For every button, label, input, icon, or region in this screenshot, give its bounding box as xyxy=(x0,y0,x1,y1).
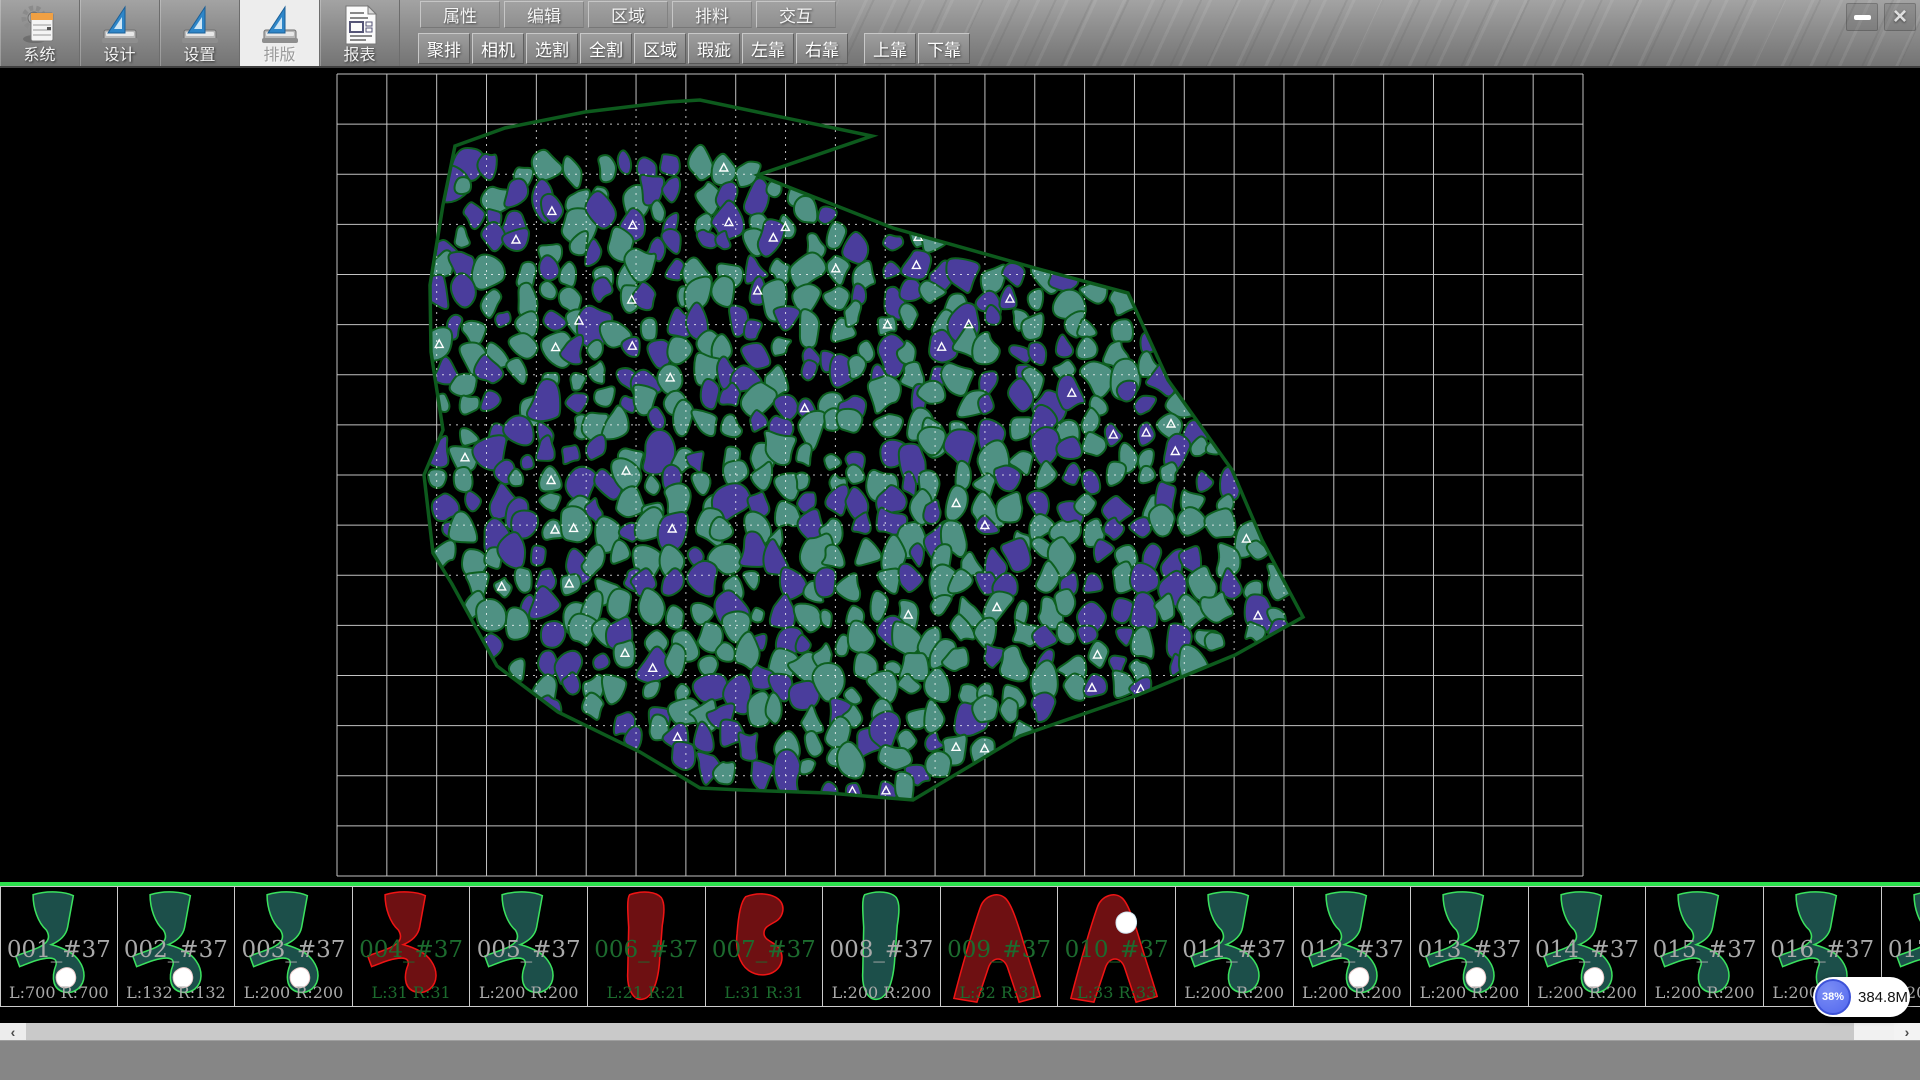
part-shape xyxy=(244,889,340,1006)
tool-align-top[interactable]: 上靠 xyxy=(864,33,916,64)
thumbnail-cell[interactable]: 013_#37L:200 R:200 xyxy=(1411,886,1529,1007)
tool-align-bottom[interactable]: 下靠 xyxy=(918,33,970,64)
report-icon xyxy=(338,3,382,47)
thumbnail-cell[interactable]: 006_#37L:21 R:21 xyxy=(588,886,706,1007)
window-controls: × xyxy=(1846,3,1916,31)
part-shape xyxy=(715,889,811,1006)
tool-align-right[interactable]: 右靠 xyxy=(796,33,848,64)
app-label: 设置 xyxy=(183,47,215,64)
part-shape xyxy=(1303,889,1399,1006)
thumbnail-cell[interactable]: 009_#37L:32 R:31 xyxy=(941,886,1059,1007)
thumbnail-cell[interactable]: 008_#37L:200 R:200 xyxy=(823,886,941,1007)
part-shape xyxy=(1067,889,1163,1006)
tool-defect[interactable]: 瑕疵 xyxy=(688,33,740,64)
nesting-canvas[interactable] xyxy=(0,68,1920,882)
menu-bar: 属性编辑区域排料交互 xyxy=(420,1,836,28)
app-design[interactable]: 设计 xyxy=(80,0,160,66)
part-shape xyxy=(832,889,928,1006)
thumbnail-cell[interactable]: 011_#37L:200 R:200 xyxy=(1176,886,1294,1007)
ribbon-toolbar: 系统设计设置排版报表 属性编辑区域排料交互 聚排相机选割全割区域瑕疵左靠右靠上靠… xyxy=(0,0,1920,68)
tool-region[interactable]: 区域 xyxy=(634,33,686,64)
tool-align-left[interactable]: 左靠 xyxy=(742,33,794,64)
tool-select-cut[interactable]: 选割 xyxy=(526,33,578,64)
close-button[interactable]: × xyxy=(1884,3,1916,31)
thumbnail-cell[interactable]: 003_#37L:200 R:200 xyxy=(235,886,353,1007)
app-label: 系统 xyxy=(23,47,55,64)
tool-camera[interactable]: 相机 xyxy=(472,33,524,64)
app-label: 报表 xyxy=(343,47,375,64)
part-shape xyxy=(127,889,223,1006)
thumbnail-cell[interactable]: 001_#37L:700 R:700 xyxy=(0,886,118,1007)
app-system[interactable]: 系统 xyxy=(0,0,80,66)
thumbnail-cell[interactable]: 014_#37L:200 R:200 xyxy=(1529,886,1647,1007)
app-label: 排版 xyxy=(263,47,295,64)
part-shape xyxy=(479,889,575,1006)
part-shape xyxy=(10,889,106,1006)
app-report[interactable]: 报表 xyxy=(320,0,400,66)
thumbnail-cell[interactable]: 002_#37L:132 R:132 xyxy=(118,886,236,1007)
set-square-icon xyxy=(178,3,222,47)
horizontal-scrollbar[interactable]: ‹ › xyxy=(0,1023,1920,1040)
scroll-left-button[interactable]: ‹ xyxy=(0,1023,26,1040)
gear-notebook-icon xyxy=(18,3,62,47)
app-switcher: 系统 设计 设置 排版 报表 xyxy=(0,0,400,66)
part-shape xyxy=(597,889,693,1006)
part-shape xyxy=(1185,889,1281,1006)
usage-pill: 38% 384.8M xyxy=(1813,977,1910,1017)
app-layout[interactable]: 排版 xyxy=(240,0,320,66)
ribbon-hatch-texture xyxy=(836,0,1920,66)
menu-properties[interactable]: 属性 xyxy=(420,1,500,28)
scrollbar-thumb[interactable] xyxy=(26,1023,1854,1040)
parts-thumbnail-strip: 001_#37L:700 R:700002_#37L:132 R:132003_… xyxy=(0,886,1920,1007)
tool-cut-all[interactable]: 全割 xyxy=(580,33,632,64)
menu-edit[interactable]: 编辑 xyxy=(504,1,584,28)
nesting-canvas-svg xyxy=(0,68,1920,882)
status-bar xyxy=(0,1040,1920,1080)
tool-bar: 聚排相机选割全割区域瑕疵左靠右靠上靠下靠 xyxy=(418,33,970,64)
set-square-icon xyxy=(258,3,302,47)
app-label: 设计 xyxy=(103,47,135,64)
thumbnail-cell[interactable]: 007_#37L:31 R:31 xyxy=(706,886,824,1007)
set-square-icon xyxy=(98,3,142,47)
scroll-right-button[interactable]: › xyxy=(1894,1023,1920,1040)
part-shape xyxy=(362,889,458,1006)
progress-percent: 38% xyxy=(1822,991,1844,1003)
thumbnail-cell[interactable]: 004_#37L:31 R:31 xyxy=(353,886,471,1007)
app-window: 系统设计设置排版报表 属性编辑区域排料交互 聚排相机选割全割区域瑕疵左靠右靠上靠… xyxy=(0,0,1920,1080)
part-shape xyxy=(1538,889,1634,1006)
tool-cluster-nest[interactable]: 聚排 xyxy=(418,33,470,64)
menu-nesting[interactable]: 排料 xyxy=(672,1,752,28)
thumbnail-cell[interactable]: 015_#37L:200 R:200 xyxy=(1646,886,1764,1007)
minimize-button[interactable] xyxy=(1846,3,1878,31)
progress-circle: 38% xyxy=(1815,979,1851,1015)
thumbnail-cell[interactable]: 005_#37L:200 R:200 xyxy=(470,886,588,1007)
thumbnail-cell[interactable]: 012_#37L:200 R:200 xyxy=(1294,886,1412,1007)
minimize-icon xyxy=(1854,15,1871,20)
menu-interaction[interactable]: 交互 xyxy=(756,1,836,28)
part-shape xyxy=(1655,889,1751,1006)
part-shape xyxy=(1420,889,1516,1006)
thumbnail-cell[interactable]: 010_#37L:33 R:33 xyxy=(1058,886,1176,1007)
memory-size: 384.8M xyxy=(1858,989,1908,1006)
part-shape xyxy=(950,889,1046,1006)
app-settings[interactable]: 设置 xyxy=(160,0,240,66)
close-icon: × xyxy=(1893,6,1907,28)
menu-region[interactable]: 区域 xyxy=(588,1,668,28)
